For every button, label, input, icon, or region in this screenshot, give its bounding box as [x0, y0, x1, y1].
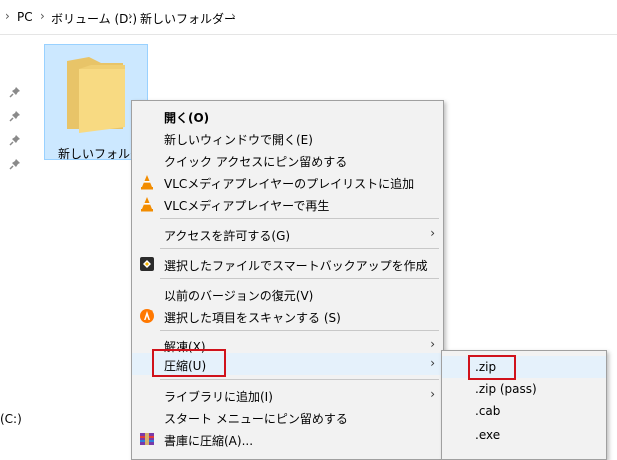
submenu-item-cab[interactable]: .cab [442, 400, 606, 422]
menu-item-label: クイック アクセスにピン留めする [164, 155, 348, 169]
menu-item-label: 以前のバージョンの復元(V) [164, 289, 314, 303]
menu-item-vlc-add-playlist[interactable]: VLCメディアプレイヤーのプレイリストに追加 [132, 171, 443, 193]
menu-separator [160, 379, 439, 380]
menu-item-label: スタート メニューにピン留めする [164, 412, 348, 426]
menu-item-scan[interactable]: 選択した項目をスキャンする (S) [132, 305, 443, 327]
chevron-right-icon: › [430, 356, 435, 370]
menu-item-label: 新しいウィンドウで開く(E) [164, 133, 313, 147]
menu-separator [160, 248, 439, 249]
menu-item-label: 選択した項目をスキャンする (S) [164, 311, 341, 325]
menu-item-pin-start[interactable]: スタート メニューにピン留めする [132, 406, 443, 428]
pin-icon [9, 134, 21, 146]
address-bar[interactable]: › PC › ボリューム (D:) › 新しいフォルダー › [0, 0, 617, 35]
breadcrumb-pc[interactable]: PC [17, 10, 33, 24]
context-menu: 開く(O) 新しいウィンドウで開く(E) クイック アクセスにピン留めする VL… [131, 100, 444, 460]
menu-item-label: 開く(O) [164, 111, 210, 125]
menu-item-label: 選択したファイルでスマートバックアップを作成 [164, 259, 428, 273]
chevron-right-icon: › [430, 226, 435, 240]
menu-item-label: アクセスを許可する(G) [164, 229, 291, 243]
chevron-right-icon: › [430, 337, 435, 351]
backup-app-icon [139, 256, 155, 272]
menu-separator [160, 330, 439, 331]
menu-item-restore-previous[interactable]: 以前のバージョンの復元(V) [132, 283, 443, 305]
submenu-item-zip-pass[interactable]: .zip (pass) [442, 378, 606, 400]
compress-submenu: .zip .zip (pass) .cab .exe [441, 350, 607, 460]
vlc-cone-icon [139, 196, 155, 212]
menu-item-label: ライブラリに追加(I) [164, 390, 273, 404]
menu-item-add-to-library[interactable]: ライブラリに追加(I) › [132, 384, 443, 406]
chevron-right-icon: › [231, 9, 236, 23]
menu-item-open[interactable]: 開く(O) [132, 105, 443, 127]
vlc-cone-icon [139, 174, 155, 190]
breadcrumb-new-folder[interactable]: 新しいフォルダー [140, 10, 236, 27]
submenu-item-label: .cab [475, 404, 501, 418]
menu-item-vlc-play[interactable]: VLCメディアプレイヤーで再生 [132, 193, 443, 215]
menu-item-label: VLCメディアプレイヤーで再生 [164, 199, 330, 213]
pin-icon [9, 158, 21, 170]
annotation-highlight-box [152, 349, 226, 377]
menu-separator [160, 218, 439, 219]
pin-icon [9, 86, 21, 98]
folder-icon [67, 57, 125, 133]
chevron-right-icon: › [5, 9, 10, 23]
menu-item-give-access[interactable]: アクセスを許可する(G) › [132, 223, 443, 245]
nav-drive-c[interactable]: (C:) [0, 412, 22, 426]
breadcrumb-volume-d[interactable]: ボリューム (D:) [51, 10, 137, 27]
menu-item-smart-backup[interactable]: 選択したファイルでスマートバックアップを作成 [132, 253, 443, 275]
menu-item-open-new-window[interactable]: 新しいウィンドウで開く(E) [132, 127, 443, 149]
submenu-item-label: .exe [475, 428, 501, 442]
chevron-right-icon: › [40, 9, 45, 23]
submenu-item-label: .zip (pass) [475, 382, 537, 396]
menu-item-label: VLCメディアプレイヤーのプレイリストに追加 [164, 177, 415, 191]
pin-icon [9, 110, 21, 122]
menu-item-label: 書庫に圧縮(A)... [164, 434, 254, 448]
chevron-right-icon: › [430, 387, 435, 401]
avast-icon [139, 308, 155, 324]
submenu-item-zip[interactable]: .zip [442, 356, 606, 378]
menu-item-pin-quick-access[interactable]: クイック アクセスにピン留めする [132, 149, 443, 171]
menu-item-archive[interactable]: 書庫に圧縮(A)... [132, 428, 443, 450]
menu-separator [160, 278, 439, 279]
chevron-right-icon: › [128, 9, 133, 23]
archiver-icon [139, 431, 155, 447]
annotation-highlight-box [468, 355, 516, 380]
